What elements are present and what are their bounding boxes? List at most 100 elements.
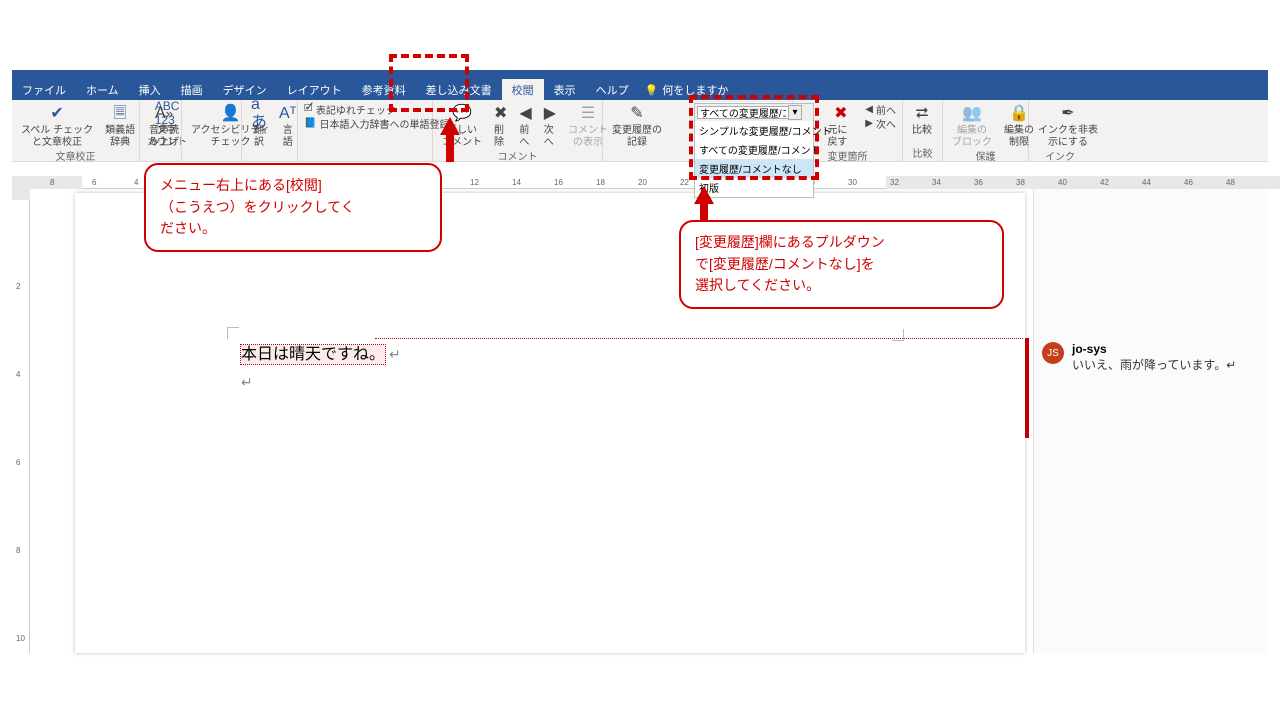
annotation-text-2: [変更履歴]欄にあるプルダウン で[変更履歴/コメントなし]を 選択してください… [695,234,885,293]
ruler-h-tick: 32 [890,178,899,187]
thesaurus-button[interactable]: 🗏 類義語 辞典 [102,102,138,149]
group-language: aあ 翻 訳 Aᵀ 言 語 [242,100,298,161]
tab-review[interactable]: 校閲 [502,79,544,101]
group-compare: ⮂比較 比較 [903,100,943,161]
block-authors-button: 👥編集の ブロック [949,102,995,149]
show-comments-icon: ☰ [581,103,595,125]
translate-icon: aあ [251,103,267,125]
comment[interactable]: JS jo-sys いいえ、雨が降っています。↵ [1042,342,1236,373]
annotation-text-1: メニュー右上にある[校閲] （こうえつ）をクリックしてく ださい。 [160,177,355,236]
ruler-h-tick: 8 [50,178,54,187]
ruler-h-tick: 38 [1016,178,1025,187]
annotation-arrow-1-stem [446,134,454,162]
ruler-v-ticks: 246810 [12,176,30,653]
track-changes-icon: ✎ [630,103,643,125]
delete-comment-icon: ✖ [494,103,507,125]
language-icon: Aᵀ [279,103,297,125]
readaloud-button[interactable]: A» 音声読 み上げ [146,102,182,149]
ruler-v-tick: 6 [16,458,20,467]
group-proofing-label: 文章校正 [18,148,133,164]
translate-button[interactable]: aあ 翻 訳 [248,102,270,149]
delete-comment-label: 削除 [494,125,507,148]
delete-comment-button[interactable]: ✖削除 [491,102,510,149]
readaloud-label: 音声読 み上げ [149,125,179,148]
hide-ink-button[interactable]: ✒インクを非表 示にする [1035,102,1101,149]
jp-ime-button[interactable]: 📘日本語入力辞書への単語登録 [304,116,449,130]
tab-design[interactable]: デザイン [213,79,277,101]
annotation-box-dropdown [689,95,819,180]
language-button[interactable]: Aᵀ 言 語 [276,102,300,149]
jp-yure-label: 表記ゆれチェック [316,102,396,117]
ruler-h-tick: 22 [680,178,689,187]
next-change-icon: ▶ [865,118,873,129]
compare-button[interactable]: ⮂比較 [909,102,935,138]
group-language-label [248,148,291,160]
prev-change-icon: ◀ [865,104,873,115]
next-change-button[interactable]: ▶次へ [865,116,896,130]
ruler-h-tick: 4 [134,178,138,187]
hide-ink-label: インクを非表 示にする [1038,125,1098,148]
track-changes-button[interactable]: ✎変更履歴の 記録 [609,102,665,149]
prev-change-button[interactable]: ◀前へ [865,102,896,116]
group-a11y-label [188,148,235,160]
block-authors-icon: 👥 [962,103,982,125]
language-label: 言 語 [283,125,293,148]
paragraph-mark-icon: ↵ [389,348,401,363]
tab-layout[interactable]: レイアウト [277,79,352,101]
block-authors-label: 編集の ブロック [952,125,992,148]
reject-icon: ✖ [834,103,847,125]
prev-change-label: 前へ [876,102,896,117]
group-accessibility: 👤 アクセシビリティ チェック [182,100,242,161]
document-text[interactable]: 本日は晴天ですね。 ↵ [241,340,401,364]
jp-ime-label: 日本語入力辞書への単語登録 [319,116,449,131]
tab-file[interactable]: ファイル [12,79,76,101]
ruler-h-tick: 6 [92,178,96,187]
group-japanese-label [304,148,426,160]
track-change-bar [1025,338,1029,438]
group-speech-label [146,148,175,160]
ruler-v-tick: 10 [16,634,25,643]
ruler-h-tick: 44 [1142,178,1151,187]
book-icon: 📘 [304,118,316,129]
tab-help[interactable]: ヘルプ [586,79,639,101]
thesaurus-icon: 🗏 [114,103,127,125]
show-comments-button: ☰コメント の表示 [565,102,611,149]
ruler-h-tick: 16 [554,178,563,187]
ruler-h-tick: 40 [1058,178,1067,187]
ruler-h-tick: 12 [470,178,479,187]
a11y-icon: 👤 [220,103,240,125]
group-ink-label: インク [1035,148,1085,164]
prev-comment-button[interactable]: ◀前へ [516,102,534,149]
tab-view[interactable]: 表示 [544,79,586,101]
ruler-vertical[interactable]: 246810 [12,176,30,653]
ruler-h-tick: 34 [932,178,941,187]
show-comments-label: コメント の表示 [568,125,608,148]
ruler-h-tick: 14 [512,178,521,187]
ruler-v-tick: 2 [16,282,20,291]
ruler-h-tick: 30 [848,178,857,187]
group-comments-label: コメント [439,148,596,164]
next-comment-button[interactable]: ▶次へ [541,102,559,149]
track-changes-label: 変更履歴の 記録 [612,125,662,148]
tab-draw[interactable]: 描画 [171,79,213,101]
group-ink: ✒インクを非表 示にする インク [1029,100,1091,161]
spellcheck-button[interactable]: ✔ スペル チェック と文章校正 [18,102,96,149]
annotation-callout-2: [変更履歴]欄にあるプルダウン で[変更履歴/コメントなし]を 選択してください… [679,220,1004,309]
spellcheck-icon: ✔ [50,103,63,125]
ribbon-tabstrip: ファイル ホーム 挿入 描画 デザイン レイアウト 参考資料 差し込み文書 校閲… [12,80,1268,100]
reject-button[interactable]: ✖元に戻す [824,102,857,149]
thesaurus-label: 類義語 辞典 [105,125,135,148]
next-comment-label: 次へ [544,125,556,148]
paragraph-mark-2: ↵ [241,374,253,391]
tab-home[interactable]: ホーム [76,79,129,101]
annotation-arrow-2 [694,186,714,204]
margin-mark-tl [227,327,239,339]
group-protect-label: 保護 [949,148,1022,164]
ruler-v-tick: 4 [16,370,20,379]
compare-label: 比較 [912,125,932,137]
hide-ink-icon: ✒ [1061,103,1074,125]
bulb-icon: 💡 [645,84,659,97]
comment-user: jo-sys [1072,342,1236,356]
ruler-h-tick: 48 [1226,178,1235,187]
tab-insert[interactable]: 挿入 [129,79,171,101]
